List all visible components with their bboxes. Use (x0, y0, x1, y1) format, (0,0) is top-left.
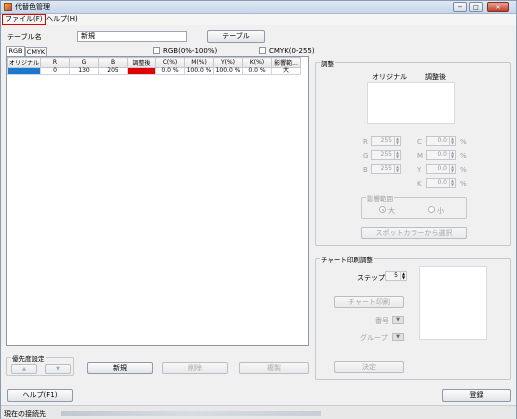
cell-y: 100.0 % (213, 67, 243, 75)
col-header-g[interactable]: G (69, 57, 99, 68)
number-label: 番号 (375, 317, 389, 325)
original-color-swatch (7, 67, 41, 75)
minimize-button[interactable]: ─ (453, 2, 467, 12)
adjust-b-spinner[interactable]: 255 ▲ ▼ (371, 164, 401, 174)
col-header-adjusted[interactable]: 調整後 (127, 57, 156, 68)
cmyk-255-checkbox[interactable] (259, 47, 266, 54)
color-preview (367, 82, 455, 124)
range-group: 影響範囲 (361, 193, 467, 219)
register-button[interactable]: 登録 (442, 389, 511, 402)
cell-range: 大 (271, 67, 301, 75)
adjust-y-unit: % (460, 166, 467, 174)
col-header-range[interactable]: 影響範... (271, 57, 301, 68)
cell-g: 130 (69, 67, 99, 75)
col-header-c[interactable]: C(%) (155, 57, 185, 68)
adjust-r-label: R (363, 138, 368, 146)
title-bar: 代替色管理 ─ □ ✕ (1, 1, 516, 14)
adjust-m-unit: % (460, 152, 467, 160)
number-select[interactable]: ▼ (392, 316, 404, 324)
table-row[interactable]: 0 130 205 0.0 % 100.0 % 100.0 % 0.0 % 大 (7, 67, 301, 75)
adjusted-color-swatch (127, 67, 156, 75)
adjust-m-label: M (417, 152, 424, 160)
adjust-y-label: Y (417, 166, 422, 174)
color-table-grid: オリジナル R G B 調整後 C(%) M(%) Y(%) K(%) 影響範.… (7, 57, 301, 75)
group-label: グループ (360, 334, 388, 342)
adjust-c-unit: % (460, 138, 467, 146)
adjust-y-spinner[interactable]: 0.0 ▲ ▼ (426, 164, 456, 174)
adjust-m-spinner[interactable]: 0.0 ▲ ▼ (426, 150, 456, 160)
delete-button[interactable]: 削除 (162, 362, 228, 374)
maximize-button[interactable]: □ (469, 2, 483, 12)
status-bar: 現在の接続先 (1, 405, 516, 419)
priority-down-button[interactable]: ▼ (45, 364, 71, 374)
col-header-original[interactable]: オリジナル (7, 57, 41, 68)
table-name-label: テーブル名 (7, 33, 42, 41)
decide-button[interactable]: 決定 (334, 361, 404, 373)
adjust-group-title: 調整 (320, 58, 335, 68)
range-large-radio[interactable] (379, 206, 386, 213)
adjust-b-label: B (363, 166, 368, 174)
step-label: ステップ (357, 274, 385, 282)
col-header-r[interactable]: R (40, 57, 70, 68)
adjust-r-spinner[interactable]: 255 ▲ ▼ (371, 136, 401, 146)
adjust-c-label: C (417, 138, 422, 146)
cell-m: 100.0 % (184, 67, 214, 75)
tab-cmyk[interactable]: CMYK (25, 47, 47, 56)
app-icon (4, 3, 12, 11)
cmyk-255-label: CMYK(0-255) (269, 47, 315, 55)
col-header-m[interactable]: M(%) (184, 57, 214, 68)
range-group-title: 影響範囲 (366, 193, 394, 203)
cell-b: 205 (98, 67, 128, 75)
col-header-y[interactable]: Y(%) (213, 57, 243, 68)
step-spinner[interactable]: 5 ▲ ▼ (385, 271, 407, 281)
chart-print-group-title: チャート印刷調整 (320, 254, 374, 264)
cell-c: 0.0 % (155, 67, 185, 75)
col-header-b[interactable]: B (98, 57, 128, 68)
menu-bar: ファイル(F) ヘルプ(H) (1, 14, 516, 25)
color-table[interactable]: オリジナル R G B 調整後 C(%) M(%) Y(%) K(%) 影響範.… (6, 56, 309, 346)
table-button[interactable]: テーブル (207, 30, 265, 43)
rgb-percent-checkbox[interactable] (153, 47, 160, 54)
priority-group-title: 優先度設定 (11, 353, 46, 363)
adjust-c-spinner[interactable]: 0.0 ▲ ▼ (426, 136, 456, 146)
original-label: オリジナル (372, 73, 407, 81)
tab-rgb[interactable]: RGB (6, 46, 25, 56)
spot-color-button[interactable]: スポットカラーから選択 (361, 227, 467, 239)
status-label: 現在の接続先 (4, 410, 46, 418)
adjust-k-unit: % (460, 180, 467, 188)
new-button[interactable]: 新規 (87, 362, 153, 374)
close-button[interactable]: ✕ (487, 2, 509, 12)
rgb-percent-label: RGB(0%-100%) (163, 47, 218, 55)
priority-up-button[interactable]: ▲ (11, 364, 37, 374)
range-large-label: 大 (388, 207, 395, 215)
adjust-g-spinner[interactable]: 255 ▲ ▼ (371, 150, 401, 160)
help-button[interactable]: ヘルプ(F1) (7, 389, 73, 402)
cell-k: 0.0 % (242, 67, 272, 75)
copy-button[interactable]: 複製 (239, 362, 309, 374)
col-header-k[interactable]: K(%) (242, 57, 272, 68)
window-title: 代替色管理 (15, 3, 50, 11)
app-window: 代替色管理 ─ □ ✕ ファイル(F) ヘルプ(H) テーブル名 新規 テーブル… (0, 0, 517, 419)
adjusted-label: 調整後 (425, 73, 446, 81)
menu-file[interactable]: ファイル(F) (2, 14, 46, 25)
adjust-g-label: G (363, 152, 369, 160)
chart-preview (419, 266, 487, 340)
table-name-field[interactable]: 新規 (77, 31, 187, 42)
range-small-radio[interactable] (428, 206, 435, 213)
adjust-k-label: K (417, 180, 422, 188)
range-small-label: 小 (437, 207, 444, 215)
group-select[interactable]: ▼ (392, 333, 404, 341)
menu-help[interactable]: ヘルプ(H) (45, 15, 79, 24)
chart-print-button[interactable]: チャート印刷 (334, 296, 404, 308)
status-connection-value (61, 411, 321, 416)
adjust-k-spinner[interactable]: 0.0 ▲ ▼ (426, 178, 456, 188)
cell-r: 0 (40, 67, 70, 75)
